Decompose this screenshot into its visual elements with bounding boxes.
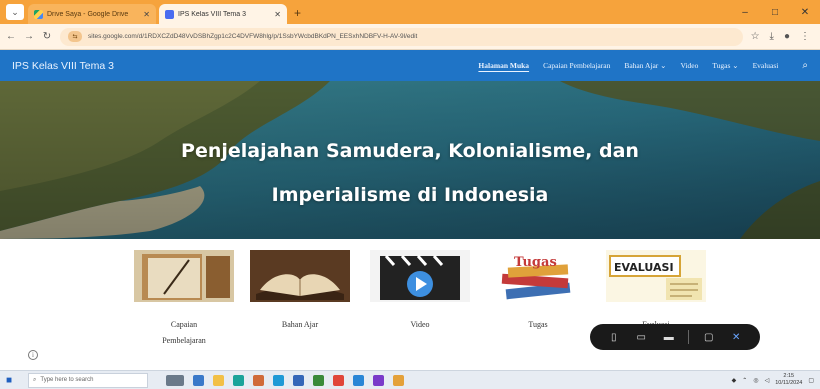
nav-capaian-pembelajaran[interactable]: Capaian Pembelajaran [543,61,610,70]
toolbar-divider [688,330,690,344]
google-sites-icon [165,9,174,19]
nav-evaluasi[interactable]: Evaluasi [753,61,779,70]
card-label-line-1: Tugas [528,320,548,329]
windows-start-icon[interactable]: ■ [6,375,20,386]
floating-toolbar: ▯ ▭ ▬ ▢ ✕ [590,324,760,350]
nav-tugas[interactable]: Tugas ⌄ [712,61,738,70]
card-label-line-1: Capaian [170,320,198,329]
nav-bahan-ajar[interactable]: Bahan Ajar ⌄ [624,61,666,70]
windows-taskbar: ■ ⌕ Type here to search ◆ ⌃ ◎ ◁ 2:15 10/… [0,370,820,389]
tab-close-icon[interactable]: ✕ [274,10,281,19]
card-bahan-ajar[interactable]: Bahan Ajar [250,250,350,333]
desktop-preview-icon[interactable]: ▬ [661,332,677,343]
browser-tab-strip: ⌄ Drive Saya - Google Drive ✕ IPS Kelas … [0,0,820,24]
site-info-icon[interactable]: ⇆ [68,31,82,42]
hero-title-line-1: Penjelajahan Samudera, Kolonialisme, dan [181,140,639,162]
tray-app-icon[interactable]: ◆ [732,377,737,384]
card-label-line-2: Pembelajaran [162,336,206,345]
minimize-button[interactable]: – [730,0,760,24]
paint-app-icon[interactable] [253,374,264,386]
task-view-icon[interactable] [193,374,204,386]
system-tray: ◆ ⌃ ◎ ◁ 2:15 10/11/2024 ▢ [732,373,814,387]
clock-date: 10/11/2024 [775,380,803,386]
card-capaian-pembelajaran[interactable]: Capaian Pembelajaran [134,250,234,349]
phone-preview-icon[interactable]: ▯ [606,332,622,343]
nav-halaman-muka[interactable]: Halaman Muka [478,61,529,70]
screen: ⌄ Drive Saya - Google Drive ✕ IPS Kelas … [0,0,820,389]
store-icon[interactable] [293,374,304,386]
stacked-books-image: Tugas [488,250,588,302]
browser-actions: ☆ ⤓ ● ⋮ [751,31,814,42]
tablet-preview-icon[interactable]: ▭ [633,332,649,343]
info-icon[interactable]: i [28,350,38,360]
card-video[interactable]: Video [370,250,470,333]
reload-icon[interactable]: ↻ [42,31,52,42]
bird-app-icon[interactable] [166,374,184,386]
card-label: Tugas [488,317,588,333]
chrome-icon[interactable] [393,374,404,386]
open-book-image [250,250,350,302]
chevron-up-icon[interactable]: ⌃ [742,377,747,384]
chrome-icon[interactable] [333,374,344,386]
search-icon: ⌕ [33,376,37,383]
card-label-line-1: Bahan Ajar [281,320,319,329]
taskbar-clock[interactable]: 2:15 10/11/2024 [775,373,802,387]
hero-banner: Penjelajahan Samudera, Kolonialisme, dan… [0,81,820,239]
evaluasi-image: EVALUASI [606,250,706,302]
close-icon[interactable]: ✕ [728,332,744,343]
app-icon[interactable] [373,374,384,386]
card-label-line-1: Video [410,320,430,329]
forward-icon[interactable]: → [24,31,34,42]
tab-drive[interactable]: Drive Saya - Google Drive ✕ [28,4,156,24]
notification-icon[interactable]: ▢ [808,377,814,384]
taskbar-search[interactable]: ⌕ Type here to search [28,372,148,388]
site-nav-links: Halaman Muka Capaian Pembelajaran Bahan … [478,60,808,71]
back-icon[interactable]: ← [6,31,16,42]
site-search-icon[interactable]: ⌕ [802,60,808,71]
taskbar-search-placeholder: Type here to search [40,377,94,383]
card-label: Bahan Ajar [250,317,350,333]
taskbar-app-icons [166,374,404,386]
card-label: Capaian Pembelajaran [134,317,234,349]
download-icon[interactable]: ⤓ [770,31,774,42]
video-clapper-image [370,250,470,302]
network-icon[interactable]: ◎ [753,377,758,384]
notebook-pencil-image [134,250,234,302]
app-icon[interactable] [353,374,364,386]
app-icon[interactable] [233,374,244,386]
hero-title: Penjelajahan Samudera, Kolonialisme, dan… [0,129,820,217]
tab-title: Drive Saya - Google Drive [47,10,129,18]
maximize-button[interactable]: □ [760,0,790,24]
app-icon[interactable] [313,374,324,386]
site-title[interactable]: IPS Kelas VIII Tema 3 [12,60,478,72]
tab-close-icon[interactable]: ✕ [143,10,150,19]
tab-title: IPS Kelas VIII Tema 3 [178,10,246,18]
comment-icon[interactable]: ▢ [701,332,717,343]
card-tugas[interactable]: Tugas Tugas [488,250,588,333]
tab-search-icon[interactable]: ⌄ [6,4,24,20]
url-field[interactable]: ⇆ sites.google.com/d/1RDXCZdD48VvDSBhZgp… [60,27,743,46]
google-drive-icon [34,9,43,19]
hero-title-line-2: Imperialisme di Indonesia [271,184,549,206]
close-window-button[interactable]: ✕ [790,0,820,24]
card-evaluasi[interactable]: EVALUASI Evaluasi [606,250,706,333]
nav-video[interactable]: Video [680,61,698,70]
site-navbar: IPS Kelas VIII Tema 3 Halaman Muka Capai… [0,50,820,81]
window-controls: – □ ✕ [730,0,820,24]
menu-dots-icon[interactable]: ⋮ [800,31,810,42]
evaluasi-image-text: EVALUASI [614,261,674,274]
folder-icon[interactable] [213,374,224,386]
address-bar-row: ← → ↻ ⇆ sites.google.com/d/1RDXCZdD48VvD… [0,24,820,50]
bookmark-star-icon[interactable]: ☆ [751,31,760,42]
profile-icon[interactable]: ● [784,31,790,42]
volume-icon[interactable]: ◁ [765,377,770,384]
url-text: sites.google.com/d/1RDXCZdD48VvDSBhZgp1c… [88,33,418,40]
new-tab-button[interactable]: + [294,6,301,20]
card-label: Video [370,317,470,333]
clock-time: 2:15 [783,373,795,379]
tab-ips[interactable]: IPS Kelas VIII Tema 3 ✕ [159,4,287,24]
tugas-image-text: Tugas [514,255,557,270]
edge-browser-icon[interactable] [273,374,284,386]
